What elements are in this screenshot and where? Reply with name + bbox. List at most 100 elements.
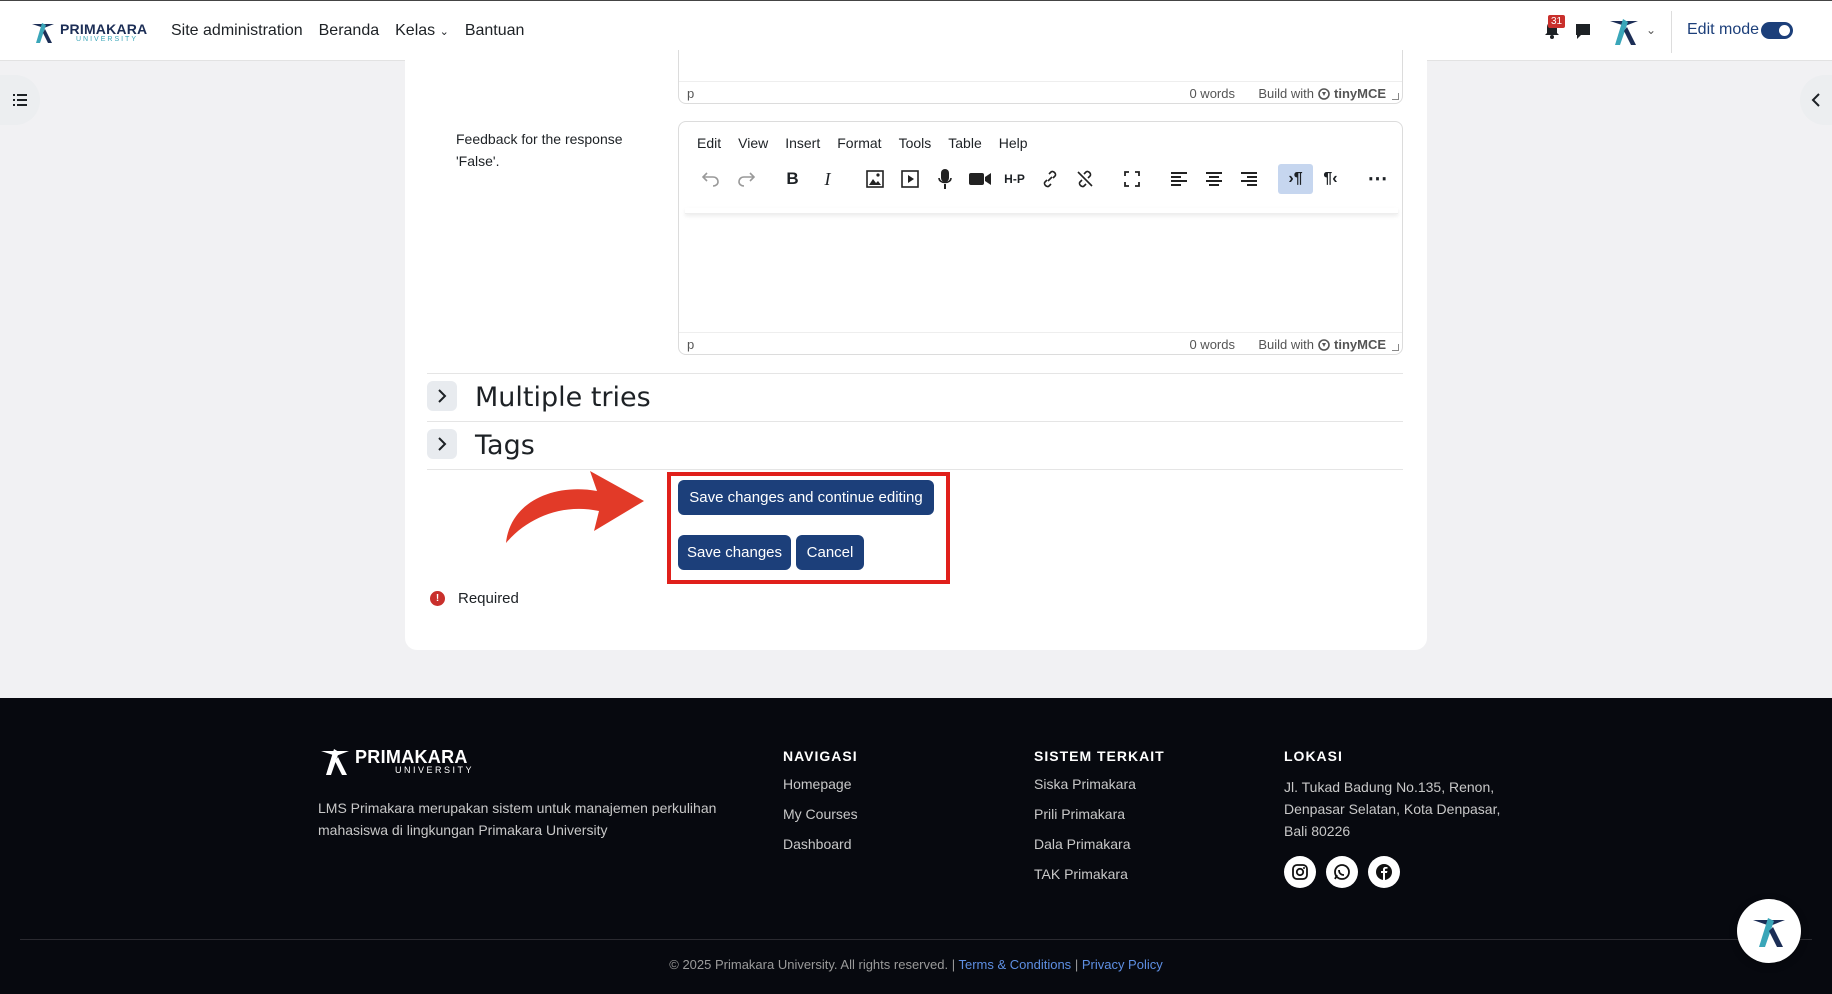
- redo-button[interactable]: [728, 164, 763, 194]
- site-logo[interactable]: PRIMAKARA UNIVERSITY: [30, 19, 147, 45]
- footer-logo: PRIMAKARA UNIVERSITY: [318, 744, 474, 778]
- primakara-logo-icon: [321, 749, 349, 775]
- tinymce-brand[interactable]: tinyMCE: [1334, 337, 1386, 352]
- element-path[interactable]: p: [687, 337, 694, 352]
- menu-help[interactable]: Help: [999, 135, 1028, 151]
- feedback-false-editor[interactable]: Edit View Insert Format Tools Table Help…: [678, 121, 1403, 355]
- resize-handle-icon[interactable]: [1392, 93, 1399, 100]
- previous-feedback-editor[interactable]: p 0 words Build with tinyMCE: [678, 50, 1403, 104]
- divider: [20, 939, 1812, 940]
- bold-icon: B: [786, 169, 799, 188]
- edit-mode-toggle[interactable]: [1761, 22, 1793, 39]
- section-tags[interactable]: Tags: [427, 421, 1403, 469]
- tinymce-logo-icon: [1318, 338, 1330, 351]
- nav-site-administration[interactable]: Site administration: [171, 22, 303, 40]
- cancel-button[interactable]: Cancel: [796, 535, 864, 570]
- footer-link-siska[interactable]: Siska Primakara: [1034, 776, 1165, 792]
- user-avatar[interactable]: [1606, 13, 1642, 49]
- copyright-line: © 2025 Primakara University. All rights …: [0, 957, 1832, 972]
- footer-logo-text: PRIMAKARA: [355, 746, 468, 767]
- terms-link[interactable]: Terms & Conditions: [958, 957, 1071, 972]
- whatsapp-icon[interactable]: [1326, 856, 1358, 888]
- chevron-right-icon[interactable]: [427, 429, 457, 459]
- align-center-button[interactable]: [1196, 164, 1231, 194]
- fullscreen-icon: [1123, 171, 1140, 187]
- footer-link-tak[interactable]: TAK Primakara: [1034, 866, 1165, 882]
- align-center-icon: [1205, 172, 1222, 186]
- privacy-link[interactable]: Privacy Policy: [1082, 957, 1163, 972]
- footer-description: LMS Primakara merupakan sistem untuk man…: [318, 800, 717, 838]
- footer-logo-subtext: UNIVERSITY: [395, 764, 475, 775]
- nav-beranda[interactable]: Beranda: [319, 22, 380, 40]
- resize-handle-icon[interactable]: [1392, 344, 1399, 351]
- nav-kelas[interactable]: Kelas ⌄: [395, 22, 449, 40]
- section-title[interactable]: Tags: [475, 430, 535, 461]
- ltr-paragraph-icon: ›¶: [1288, 170, 1303, 187]
- footer-location-column: LOKASI Jl. Tukad Badung No.135, Renon, D…: [1284, 748, 1524, 888]
- media-button[interactable]: [892, 164, 927, 194]
- footer-nav-column: NAVIGASI Homepage My Courses Dashboard: [783, 748, 858, 866]
- edit-mode-label: Edit mode: [1687, 21, 1760, 38]
- rtl-direction-button[interactable]: ¶‹: [1313, 164, 1348, 194]
- block-drawer-button[interactable]: [1800, 75, 1832, 125]
- menu-insert[interactable]: Insert: [785, 135, 820, 151]
- chevron-down-icon[interactable]: ⌄: [1646, 23, 1656, 37]
- element-path[interactable]: p: [687, 86, 694, 101]
- primakara-logo-icon: [1753, 918, 1785, 947]
- section-multiple-tries[interactable]: Multiple tries: [427, 373, 1403, 421]
- footer-link-dala[interactable]: Dala Primakara: [1034, 836, 1165, 852]
- link-button[interactable]: [1032, 164, 1067, 194]
- chevron-right-icon[interactable]: [427, 381, 457, 411]
- h5p-button[interactable]: H-P: [997, 164, 1032, 194]
- footer-link-my-courses[interactable]: My Courses: [783, 806, 858, 822]
- align-right-button[interactable]: [1231, 164, 1266, 194]
- message-icon[interactable]: [1573, 21, 1593, 41]
- ltr-direction-button[interactable]: ›¶: [1278, 164, 1313, 194]
- italic-button[interactable]: I: [810, 164, 845, 194]
- facebook-icon[interactable]: [1368, 856, 1400, 888]
- chat-assistant-button[interactable]: [1737, 899, 1801, 963]
- divider: [1671, 11, 1672, 53]
- feedback-false-label: Feedback for the response 'False'.: [456, 131, 623, 169]
- save-changes-button[interactable]: Save changes: [678, 535, 791, 570]
- footer-heading: SISTEM TERKAIT: [1034, 748, 1165, 764]
- microphone-icon: [937, 169, 952, 189]
- more-options-button[interactable]: ⋯: [1360, 164, 1395, 194]
- menu-view[interactable]: View: [738, 135, 768, 151]
- footer-link-dashboard[interactable]: Dashboard: [783, 836, 858, 852]
- primakara-logo-icon: [32, 23, 54, 43]
- save-and-continue-button[interactable]: Save changes and continue editing: [678, 480, 934, 515]
- copyright-separator: |: [1074, 957, 1079, 972]
- build-with-label: Build with: [1258, 86, 1314, 101]
- menu-edit[interactable]: Edit: [697, 135, 721, 151]
- footer-heading: NAVIGASI: [783, 748, 858, 764]
- align-left-button[interactable]: [1161, 164, 1196, 194]
- notification-count-badge: 31: [1548, 15, 1566, 28]
- fullscreen-button[interactable]: [1114, 164, 1149, 194]
- chevron-left-icon: [1811, 93, 1820, 107]
- more-horizontal-icon: ⋯: [1367, 168, 1388, 190]
- nav-bantuan[interactable]: Bantuan: [465, 22, 525, 40]
- image-button[interactable]: [857, 164, 892, 194]
- footer-link-prili[interactable]: Prili Primakara: [1034, 806, 1165, 822]
- record-video-button[interactable]: [962, 164, 997, 194]
- course-index-drawer-button[interactable]: [0, 75, 40, 125]
- menu-table[interactable]: Table: [948, 135, 981, 151]
- list-icon: [13, 94, 27, 106]
- footer-link-homepage[interactable]: Homepage: [783, 776, 858, 792]
- word-count[interactable]: 0 words: [1189, 337, 1235, 352]
- undo-button[interactable]: [693, 164, 728, 194]
- menu-tools[interactable]: Tools: [899, 135, 932, 151]
- record-audio-button[interactable]: [927, 164, 962, 194]
- menu-format[interactable]: Format: [837, 135, 881, 151]
- footer-systems-column: SISTEM TERKAIT Siska Primakara Prili Pri…: [1034, 748, 1165, 896]
- section-title[interactable]: Multiple tries: [475, 382, 651, 413]
- unlink-button[interactable]: [1067, 164, 1102, 194]
- word-count[interactable]: 0 words: [1189, 86, 1235, 101]
- tinymce-brand[interactable]: tinyMCE: [1334, 86, 1386, 101]
- bold-button[interactable]: B: [775, 164, 810, 194]
- unlink-icon: [1076, 170, 1093, 188]
- instagram-icon[interactable]: [1284, 856, 1316, 888]
- rtl-paragraph-icon: ¶‹: [1323, 170, 1338, 187]
- editor-toolbar: B I H-P ›¶ ¶‹ ⋯: [693, 164, 1395, 194]
